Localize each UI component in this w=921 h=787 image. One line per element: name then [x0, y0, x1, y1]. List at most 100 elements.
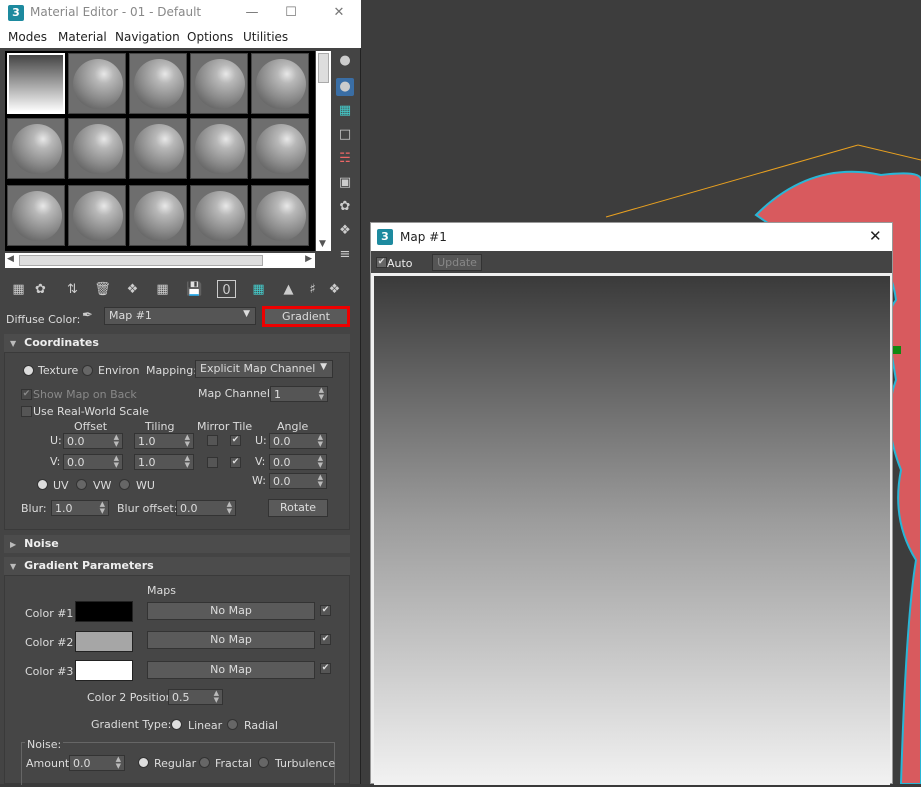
amount-spinner[interactable]: 0.0 ▲ ▼ [69, 755, 125, 771]
scroll-thumb[interactable] [19, 255, 263, 266]
eyedropper-icon[interactable]: ✒ [82, 308, 93, 323]
sample-slot[interactable] [7, 185, 65, 246]
close-icon[interactable]: ✕ [869, 227, 882, 245]
v-tile-checkbox[interactable]: ✔ [230, 457, 241, 468]
blur-offset-spinner[interactable]: 0.0 ▲ ▼ [176, 500, 236, 516]
v-offset-spinner[interactable]: 0.0 ▲ ▼ [63, 454, 123, 470]
color-2-position-spinner[interactable]: 0.5 ▲ ▼ [168, 689, 223, 705]
sample-slot[interactable] [68, 185, 126, 246]
color-1-swatch[interactable] [75, 601, 133, 622]
menu-material[interactable]: Material [58, 30, 107, 44]
w-angle-spinner[interactable]: 0.0 ▲ ▼ [269, 473, 327, 489]
linear-radio[interactable] [171, 719, 182, 730]
select-by-material-icon[interactable]: ❖ [336, 222, 354, 240]
show-shaded-map-icon[interactable]: ▦ [249, 280, 268, 300]
map-type-button[interactable]: Gradient [262, 306, 350, 327]
color-2-map-button[interactable]: No Map [147, 631, 315, 649]
u-mirror-checkbox[interactable] [207, 435, 218, 446]
menu-utilities[interactable]: Utilities [243, 30, 288, 44]
menu-modes[interactable]: Modes [8, 30, 47, 44]
fractal-radio[interactable] [199, 757, 210, 768]
noise-rollout-header[interactable]: ▶ Noise [4, 535, 350, 553]
v-mirror-checkbox[interactable] [207, 457, 218, 468]
scroll-thumb[interactable] [318, 53, 329, 83]
u-offset-spinner[interactable]: 0.0 ▲ ▼ [63, 433, 123, 449]
gradient-parameters-rollout-header[interactable]: ▼ Gradient Parameters [4, 557, 350, 575]
u-tile-checkbox[interactable]: ✔ [230, 435, 241, 446]
slots-vertical-scrollbar[interactable]: ▼ [316, 51, 331, 251]
auto-checkbox[interactable]: ✔ [376, 257, 387, 268]
video-color-check-icon[interactable]: ☵ [336, 150, 354, 168]
sample-type-icon[interactable]: ● [336, 52, 354, 70]
regular-radio[interactable] [138, 757, 149, 768]
show-map-on-back-checkbox[interactable]: ✔ [21, 389, 32, 400]
color-1-map-checkbox[interactable]: ✔ [320, 605, 331, 616]
coordinates-rollout-header[interactable]: ▼ Coordinates [4, 334, 350, 352]
delete-icon[interactable]: 🗑 [93, 280, 112, 300]
slots-horizontal-scrollbar[interactable]: ◀ ▶ [5, 253, 315, 268]
make-copy-icon[interactable]: ❖ [123, 280, 142, 300]
menu-navigation[interactable]: Navigation [115, 30, 180, 44]
make-unique-icon[interactable]: ▦ [153, 280, 172, 300]
uv-tiling-icon[interactable]: □ [336, 126, 354, 144]
scroll-left-icon[interactable]: ◀ [7, 254, 14, 264]
material-id-channel-icon[interactable]: 0 [217, 280, 236, 298]
environ-radio[interactable] [82, 365, 93, 376]
sample-slot[interactable] [251, 53, 309, 114]
sample-slot[interactable] [190, 118, 248, 179]
texture-radio[interactable] [23, 365, 34, 376]
sample-slot[interactable] [251, 118, 309, 179]
sample-slot-gradient[interactable] [7, 53, 65, 114]
color-3-map-button[interactable]: No Map [147, 661, 315, 679]
turbulence-radio[interactable] [258, 757, 269, 768]
options-icon[interactable]: ✿ [336, 198, 354, 216]
put-to-library-icon[interactable]: 💾 [185, 280, 204, 300]
sample-slot[interactable] [129, 118, 187, 179]
update-button[interactable]: Update [432, 254, 482, 271]
v-angle-spinner[interactable]: 0.0 ▲ ▼ [269, 454, 327, 470]
color-3-swatch[interactable] [75, 660, 133, 681]
color-1-map-button[interactable]: No Map [147, 602, 315, 620]
sample-slot[interactable] [129, 53, 187, 114]
rotate-button[interactable]: Rotate [268, 499, 328, 517]
sample-slot[interactable] [251, 185, 309, 246]
use-real-world-scale-checkbox[interactable] [21, 406, 32, 417]
sample-slot[interactable] [129, 185, 187, 246]
backlight-icon[interactable]: ● [336, 78, 354, 96]
color-3-map-checkbox[interactable]: ✔ [320, 663, 331, 674]
u-angle-spinner[interactable]: 0.0 ▲ ▼ [269, 433, 327, 449]
uv-radio[interactable] [37, 479, 48, 490]
sample-slot[interactable] [68, 118, 126, 179]
sample-slot[interactable] [190, 53, 248, 114]
maximize-icon[interactable]: ☐ [281, 3, 301, 23]
minimize-icon[interactable]: — [242, 3, 262, 23]
map-channel-spinner[interactable]: 1 ▲ ▼ [270, 386, 328, 402]
blur-spinner[interactable]: 1.0 ▲ ▼ [51, 500, 109, 516]
close-icon[interactable]: ✕ [329, 3, 349, 23]
radial-radio[interactable] [227, 719, 238, 730]
scroll-down-icon[interactable]: ▼ [319, 239, 326, 249]
go-to-parent-icon[interactable]: ♯ [303, 280, 322, 300]
background-icon[interactable]: ▦ [336, 102, 354, 120]
u-tiling-spinner[interactable]: 1.0 ▲ ▼ [134, 433, 194, 449]
map-name-field[interactable]: Map #1 ▼ [104, 307, 256, 325]
get-material-icon[interactable]: ▦ [9, 280, 28, 300]
go-forward-to-sibling-icon[interactable]: ❖ [325, 280, 344, 300]
material-map-navigator-icon[interactable]: ≡ [336, 246, 354, 264]
make-preview-icon[interactable]: ▣ [336, 174, 354, 192]
put-to-scene-icon[interactable]: ✿ [31, 280, 50, 300]
sample-slot[interactable] [7, 118, 65, 179]
menu-options[interactable]: Options [187, 30, 233, 44]
show-end-result-icon[interactable]: ▲ [279, 280, 298, 300]
v-tiling-spinner[interactable]: 1.0 ▲ ▼ [134, 454, 194, 470]
vw-radio[interactable] [76, 479, 87, 490]
scroll-right-icon[interactable]: ▶ [305, 254, 312, 264]
sample-slot[interactable] [68, 53, 126, 114]
sample-slot[interactable] [190, 185, 248, 246]
color-2-swatch[interactable] [75, 631, 133, 652]
assign-to-selection-icon[interactable]: ⇅ [63, 280, 82, 300]
wu-radio[interactable] [119, 479, 130, 490]
mapping-dropdown[interactable]: Explicit Map Channel ▼ [195, 360, 333, 378]
color-2-position-label: Color 2 Position: [87, 691, 177, 704]
color-2-map-checkbox[interactable]: ✔ [320, 634, 331, 645]
